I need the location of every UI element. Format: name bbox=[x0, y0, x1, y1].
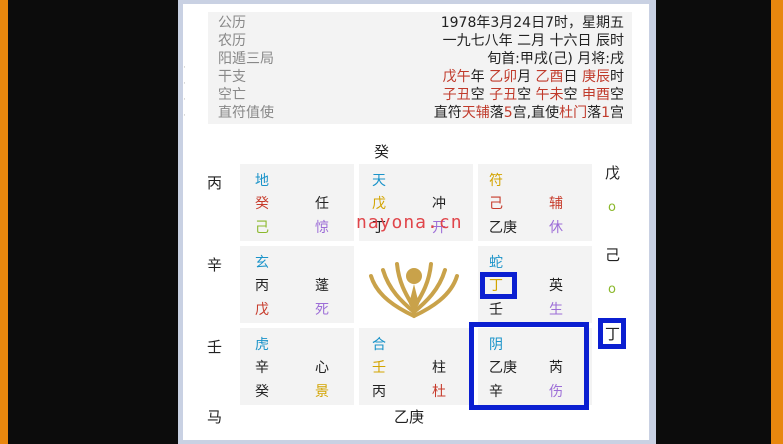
earth-stem: 乙庚 bbox=[489, 220, 517, 236]
info-value: 直符天辅落5宫,直使杜门落1宫 bbox=[433, 105, 624, 121]
info-value: 一九七八年 二月 十六日 辰时 bbox=[442, 33, 624, 49]
sky-stem: 丙 bbox=[255, 278, 269, 294]
info-label: 公历 bbox=[218, 15, 246, 31]
star-label: 蓬 bbox=[315, 278, 329, 294]
info-row-kongwang: 空亡 子丑空 子丑空 午未空 申酉空 bbox=[218, 86, 624, 104]
kong-marker: o bbox=[608, 200, 616, 215]
star-label: 柱 bbox=[432, 360, 446, 376]
phoenix-logo-icon bbox=[369, 262, 459, 318]
info-label: 干支 bbox=[218, 69, 246, 85]
earth-stem: 己 bbox=[255, 220, 269, 236]
star-label: 辅 bbox=[549, 196, 563, 212]
door-label: 惊 bbox=[315, 220, 329, 236]
info-row-gregorian: 公历 1978年3月24日7时，星期五 bbox=[218, 14, 624, 32]
left-black-margin bbox=[8, 0, 178, 444]
info-value: 戊午年 乙卯月 乙酉日 庚辰时 bbox=[442, 69, 624, 85]
deity-label: 虎 bbox=[255, 337, 269, 353]
earth-stem: 戊 bbox=[255, 302, 269, 318]
sky-stem: 癸 bbox=[255, 196, 269, 212]
left-stem: 壬 bbox=[207, 338, 223, 356]
highlight-box bbox=[480, 272, 517, 299]
door-label: 杜 bbox=[432, 384, 446, 400]
deity-label: 地 bbox=[255, 173, 269, 189]
palace-cell[interactable]: 玄 丙 蓬 戊 死 bbox=[240, 246, 354, 323]
left-stem: 辛 bbox=[207, 256, 223, 274]
earth-stem: 壬 bbox=[489, 302, 503, 318]
deity-label: 符 bbox=[489, 173, 503, 189]
deity-label: 天 bbox=[372, 173, 386, 189]
star-label: 英 bbox=[549, 278, 563, 294]
info-row-zhifu: 直符值使 直符天辅落5宫,直使杜门落1宫 bbox=[218, 104, 624, 122]
door-label: 死 bbox=[315, 302, 329, 318]
earth-stem: 丙 bbox=[372, 384, 386, 400]
sky-stem: 壬 bbox=[372, 360, 386, 376]
deity-label: 合 bbox=[372, 337, 386, 353]
info-label: 阳遁三局 bbox=[218, 51, 274, 67]
right-stem: 戊 bbox=[605, 164, 621, 182]
earth-stem: 癸 bbox=[255, 384, 269, 400]
kong-marker: o bbox=[608, 282, 616, 297]
left-stem: 丙 bbox=[207, 174, 223, 192]
info-row-lunar: 农历 一九七八年 二月 十六日 辰时 bbox=[218, 32, 624, 50]
palace-cell[interactable]: 符 己 辅 乙庚 休 bbox=[478, 164, 592, 241]
door-label: 休 bbox=[549, 220, 563, 236]
info-value: 子丑空 子丑空 午未空 申酉空 bbox=[442, 87, 624, 103]
info-label: 直符值使 bbox=[218, 105, 274, 121]
info-panel: 公历 1978年3月24日7时，星期五 农历 一九七八年 二月 十六日 辰时 阳… bbox=[208, 12, 632, 124]
sky-stem: 戊 bbox=[372, 196, 386, 212]
info-label: 农历 bbox=[218, 33, 246, 49]
info-row-ganzhi: 干支 戊午年 乙卯月 乙酉日 庚辰时 bbox=[218, 68, 624, 86]
right-stem: 己 bbox=[605, 246, 621, 264]
info-row-dun: 阳遁三局 旬首:甲戌(己) 月将:戌 bbox=[218, 50, 624, 68]
star-label: 冲 bbox=[432, 196, 446, 212]
watermark-text: nayona.cn bbox=[356, 212, 463, 233]
door-label: 生 bbox=[549, 302, 563, 318]
info-value: 旬首:甲戌(己) 月将:戌 bbox=[487, 51, 624, 67]
sky-stem: 辛 bbox=[255, 360, 269, 376]
highlight-box bbox=[469, 322, 589, 410]
top-stem: 癸 bbox=[374, 143, 390, 161]
deity-label: 玄 bbox=[255, 255, 269, 271]
deity-label: 蛇 bbox=[489, 255, 503, 271]
sky-stem: 己 bbox=[489, 196, 503, 212]
door-label: 景 bbox=[315, 384, 329, 400]
palace-cell[interactable]: 虎 辛 心 癸 景 bbox=[240, 328, 354, 405]
palace-cell[interactable]: 地 癸 任 己 惊 bbox=[240, 164, 354, 241]
highlight-box bbox=[598, 318, 626, 349]
right-black-margin bbox=[656, 0, 771, 444]
bottom-stem: 乙庚 bbox=[394, 408, 425, 426]
horse-marker: 马 bbox=[207, 408, 223, 426]
info-value: 1978年3月24日7时，星期五 bbox=[440, 15, 624, 31]
scroll-indicator: · · · · bbox=[183, 63, 186, 121]
palace-cell[interactable]: 合 壬 柱 丙 杜 bbox=[359, 328, 473, 405]
star-label: 心 bbox=[315, 360, 329, 376]
star-label: 任 bbox=[315, 196, 329, 212]
info-label: 空亡 bbox=[218, 87, 246, 103]
